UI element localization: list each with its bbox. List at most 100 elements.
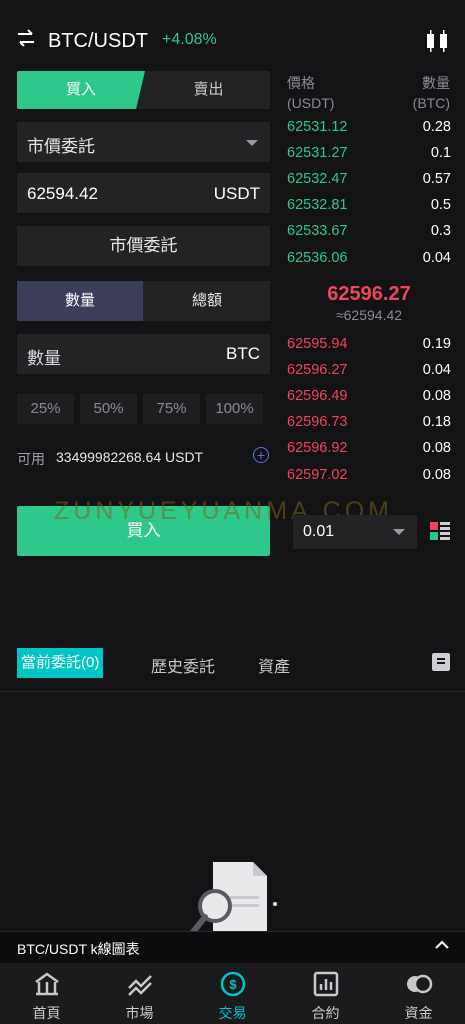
- ask-price: 62531.12: [287, 119, 348, 135]
- bid-qty: 0.08: [422, 467, 451, 483]
- orderbook-ask-row[interactable]: 62532.81 0.5: [287, 197, 451, 223]
- orderbook-bid-row[interactable]: 62596.92 0.08: [287, 440, 451, 466]
- available-balance: 33499982268.64 USDT: [56, 449, 204, 465]
- orderbook-layout-icon[interactable]: [430, 522, 450, 540]
- orderbook-ask-row[interactable]: 62533.67 0.3: [287, 223, 451, 249]
- nav-home[interactable]: 首頁: [0, 963, 93, 1024]
- orderbook-bid-row[interactable]: 62596.49 0.08: [287, 388, 451, 414]
- quantity-unit: BTC: [226, 344, 260, 363]
- bid-qty: 0.18: [422, 414, 451, 430]
- kline-chart-title: BTC/USDT k線圖表: [17, 941, 140, 957]
- mode-total[interactable]: 總額: [144, 281, 270, 321]
- available-label: 可用: [17, 451, 45, 467]
- ask-qty: 0.3: [430, 223, 451, 239]
- ask-price: 62532.81: [287, 197, 348, 213]
- bid-qty: 0.19: [422, 336, 451, 352]
- orderbook-bid-row[interactable]: 62595.94 0.19: [287, 336, 451, 362]
- orderbook-ask-row[interactable]: 62536.06 0.04: [287, 250, 451, 276]
- bid-price: 62596.92: [287, 440, 348, 456]
- amount-mode-toggle: 數量 總額: [17, 281, 270, 321]
- nav-funds[interactable]: 資金: [372, 963, 465, 1024]
- bid-qty: 0.08: [422, 440, 451, 456]
- funds-icon: [407, 974, 433, 994]
- add-funds-icon[interactable]: +: [253, 447, 269, 463]
- price-header: 價格: [287, 75, 315, 91]
- orderbook-bid-row[interactable]: 62596.27 0.04: [287, 362, 451, 388]
- depth-select[interactable]: 0.01: [293, 515, 417, 549]
- bottom-nav: 首頁 市場 $ 交易 合約 資金: [0, 963, 465, 1024]
- orderbook-bid-row[interactable]: 62597.02 0.08: [287, 467, 451, 493]
- price-change: +4.08%: [162, 31, 217, 48]
- tab-sell[interactable]: 賣出: [147, 71, 270, 109]
- percent-25-button[interactable]: 25%: [17, 394, 74, 424]
- nav-trade[interactable]: $ 交易: [186, 963, 279, 1024]
- nav-market-label: 市場: [125, 1005, 154, 1021]
- order-type-select[interactable]: 市價委託: [17, 122, 270, 162]
- ask-qty: 0.28: [422, 119, 451, 135]
- depth-value: 0.01: [303, 523, 335, 540]
- pair-title[interactable]: BTC/USDT: [48, 30, 148, 53]
- bid-price: 62595.94: [287, 336, 348, 352]
- kline-chart-bar[interactable]: BTC/USDT k線圖表: [0, 931, 465, 964]
- percent-50-button[interactable]: 50%: [80, 394, 137, 424]
- nav-contract[interactable]: 合約: [279, 963, 372, 1024]
- home-icon: [35, 972, 59, 996]
- price-value: 62594.42: [27, 184, 98, 203]
- nav-market[interactable]: 市場: [93, 963, 186, 1024]
- app-frame: BTC/USDT +4.08% 買入 賣出 市價委託 62594.42 USDT…: [0, 0, 465, 1024]
- tab-current-orders[interactable]: 當前委託(0): [17, 648, 104, 678]
- quantity-header: 數量: [422, 75, 450, 91]
- chevron-down-icon: [246, 140, 258, 146]
- svg-text:$: $: [229, 977, 237, 992]
- nav-home-label: 首頁: [32, 1005, 61, 1021]
- bid-price: 62596.27: [287, 362, 348, 378]
- orderbook-bid-row[interactable]: 62596.73 0.18: [287, 414, 451, 440]
- mode-quantity[interactable]: 數量: [17, 281, 143, 321]
- bid-qty: 0.04: [422, 362, 451, 378]
- quantity-input[interactable]: 數量 BTC: [17, 334, 270, 374]
- swap-pair-icon[interactable]: [16, 28, 36, 48]
- ask-price: 62532.47: [287, 171, 348, 187]
- ask-qty: 0.04: [422, 250, 451, 266]
- quantity-placeholder: 數量: [27, 349, 61, 368]
- nav-funds-label: 資金: [404, 1005, 433, 1021]
- orderbook-ask-row[interactable]: 62531.12 0.28: [287, 119, 451, 145]
- ask-price: 62531.27: [287, 145, 348, 161]
- empty-state-illustration: [190, 862, 277, 935]
- tab-assets[interactable]: 資產: [258, 653, 290, 677]
- price-header-unit: (USDT): [287, 95, 335, 111]
- orderbook-ask-row[interactable]: 62532.47 0.57: [287, 171, 451, 197]
- tab-order-history[interactable]: 歷史委託: [151, 653, 215, 677]
- buy-sell-tabs: 買入 賣出: [17, 71, 270, 109]
- price-unit: USDT: [213, 184, 260, 203]
- quantity-header-unit: (BTC): [412, 95, 450, 111]
- contract-icon: [313, 971, 339, 997]
- bid-price: 62597.02: [287, 467, 348, 483]
- chevron-down-icon: [393, 529, 405, 535]
- market-icon: [128, 975, 152, 996]
- trade-icon: $: [220, 971, 246, 997]
- ask-qty: 0.5: [430, 197, 451, 213]
- percent-75-button[interactable]: 75%: [143, 394, 200, 424]
- ask-qty: 0.57: [422, 171, 451, 187]
- nav-contract-label: 合約: [311, 1005, 340, 1021]
- chevron-up-icon[interactable]: [435, 938, 449, 952]
- ask-price: 62533.67: [287, 223, 348, 239]
- last-price-approx: ≈62594.42: [335, 307, 403, 323]
- bid-price: 62596.73: [287, 414, 348, 430]
- orderbook-ask-row[interactable]: 62531.27 0.1: [287, 145, 451, 171]
- order-type-value: 市價委託: [27, 137, 95, 156]
- bid-price: 62596.49: [287, 388, 348, 404]
- candlestick-icon[interactable]: [424, 28, 450, 54]
- nav-trade-label: 交易: [218, 1005, 247, 1021]
- last-price: 62596.27: [327, 283, 411, 305]
- ask-qty: 0.1: [430, 145, 451, 161]
- bid-qty: 0.08: [422, 388, 451, 404]
- orders-tabs: 當前委託(0) 歷史委託 資產: [0, 638, 465, 692]
- percent-100-button[interactable]: 100%: [206, 394, 263, 424]
- header: BTC/USDT +4.08%: [0, 0, 465, 66]
- document-icon[interactable]: [432, 653, 450, 671]
- market-order-button[interactable]: 市價委託: [17, 226, 270, 266]
- tab-buy[interactable]: 買入: [17, 71, 145, 109]
- price-input[interactable]: 62594.42 USDT: [17, 173, 270, 213]
